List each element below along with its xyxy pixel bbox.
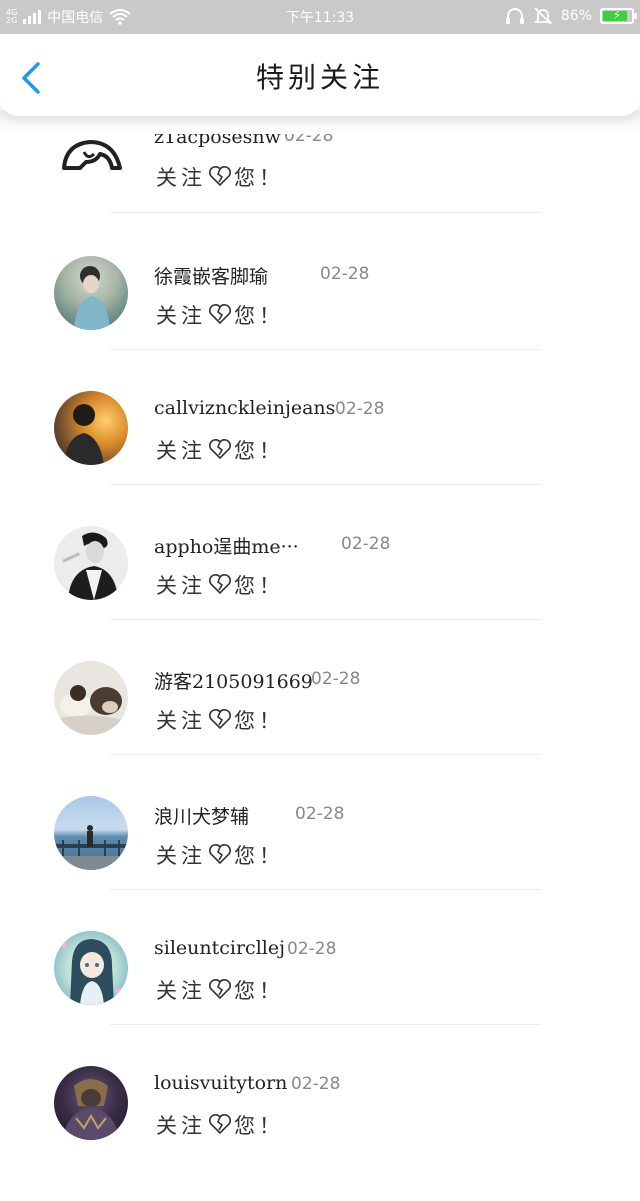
broken-heart-icon bbox=[209, 979, 231, 1000]
list-item[interactable]: callviznckleinjeans 02-28 关注 您！ bbox=[0, 391, 640, 526]
message-text: 您！ bbox=[234, 709, 284, 733]
broken-heart-icon bbox=[209, 709, 231, 730]
broken-heart-icon bbox=[209, 166, 231, 187]
user-name[interactable]: 游客2105091669 bbox=[154, 667, 313, 694]
follow-date: 02-28 bbox=[291, 1074, 341, 1094]
divider bbox=[110, 1024, 540, 1025]
follow-date: 02-28 bbox=[295, 804, 345, 824]
avatar[interactable] bbox=[54, 661, 128, 735]
photo-dog-girl-icon bbox=[54, 685, 128, 735]
divider bbox=[110, 889, 540, 890]
avatar[interactable] bbox=[54, 256, 128, 330]
list-item[interactable]: z1acposesnw 02-28 关注 您！ bbox=[0, 120, 640, 255]
follow-date: 02-28 bbox=[311, 669, 361, 689]
list-item[interactable]: 徐霞嵌客脚瑜 02-28 关注 您！ bbox=[0, 256, 640, 391]
photo-girl-icon bbox=[74, 266, 110, 330]
divider bbox=[110, 212, 540, 213]
follow-date: 02-28 bbox=[320, 264, 370, 284]
anime-girl-icon bbox=[61, 939, 121, 1005]
follow-message: 关注 您！ bbox=[156, 300, 284, 330]
message-text: 关注 bbox=[156, 709, 206, 733]
follow-message: 关注 您！ bbox=[156, 975, 284, 1005]
list-item[interactable]: 游客2105091669 02-28 关注 您！ bbox=[0, 661, 640, 796]
follow-message: 关注 您！ bbox=[156, 435, 284, 465]
divider bbox=[110, 754, 540, 755]
broken-heart-icon bbox=[209, 304, 231, 325]
app-header: 特别关注 bbox=[0, 34, 640, 116]
page-title: 特别关注 bbox=[255, 61, 384, 94]
follow-message: 关注 您！ bbox=[156, 1110, 284, 1140]
message-text: 关注 bbox=[156, 166, 206, 190]
follow-message: 关注 您！ bbox=[156, 162, 284, 192]
message-text: 您！ bbox=[234, 574, 284, 598]
message-text: 您！ bbox=[234, 439, 284, 463]
user-name[interactable]: 徐霞嵌客脚瑜 bbox=[154, 262, 268, 289]
divider bbox=[110, 619, 540, 620]
follow-date: 02-28 bbox=[335, 399, 385, 419]
message-text: 您！ bbox=[234, 304, 284, 328]
user-name[interactable]: louisvuitytorn bbox=[154, 1072, 287, 1094]
avatar[interactable] bbox=[54, 1066, 128, 1140]
dark-warrior-icon bbox=[62, 1079, 120, 1140]
follow-message: 关注 您！ bbox=[156, 570, 284, 600]
list-item[interactable]: sileuntcircllej 02-28 关注 您！ bbox=[0, 931, 640, 1066]
follow-date: 02-28 bbox=[287, 939, 337, 959]
message-text: 您！ bbox=[234, 844, 284, 868]
broken-heart-icon bbox=[209, 574, 231, 595]
follow-date: 02-28 bbox=[341, 534, 391, 554]
user-name[interactable]: 浪川犬梦辅 bbox=[154, 802, 249, 829]
user-name[interactable]: sileuntcircllej bbox=[154, 937, 285, 959]
broken-heart-icon bbox=[209, 439, 231, 460]
photo-seaside-icon bbox=[54, 825, 128, 870]
broken-heart-icon bbox=[209, 1114, 231, 1135]
message-text: 关注 bbox=[156, 304, 206, 328]
message-text: 关注 bbox=[156, 979, 206, 1003]
divider bbox=[110, 349, 540, 350]
avatar[interactable] bbox=[54, 931, 128, 1005]
follower-list: z1acposesnw 02-28 关注 您！ 徐霞嵌客脚瑜 02-28 关注 您！ bbox=[0, 0, 640, 1140]
message-text: 关注 bbox=[156, 439, 206, 463]
follow-message: 关注 您！ bbox=[156, 705, 284, 735]
message-text: 关注 bbox=[156, 574, 206, 598]
list-item[interactable]: louisvuitytorn 02-28 关注 您！ bbox=[0, 1066, 640, 1201]
photo-bw-man-icon bbox=[62, 532, 118, 600]
message-text: 您！ bbox=[234, 1114, 284, 1138]
message-text: 您！ bbox=[234, 979, 284, 1003]
list-item[interactable]: 浪川犬梦辅 02-28 关注 您！ bbox=[0, 796, 640, 931]
message-text: 关注 bbox=[156, 844, 206, 868]
user-name[interactable]: callviznckleinjeans bbox=[154, 397, 335, 419]
broken-heart-icon bbox=[209, 844, 231, 865]
list-item[interactable]: appho逞曲me··· 02-28 关注 您！ bbox=[0, 526, 640, 661]
avatar[interactable] bbox=[54, 391, 128, 465]
message-text: 关注 bbox=[156, 1114, 206, 1138]
follow-message: 关注 您！ bbox=[156, 840, 284, 870]
message-text: 您！ bbox=[234, 166, 284, 190]
avatar[interactable] bbox=[54, 796, 128, 870]
avatar[interactable] bbox=[54, 526, 128, 600]
photo-sunset-boy-icon bbox=[64, 404, 104, 465]
user-name[interactable]: appho逞曲me··· bbox=[154, 532, 299, 559]
divider bbox=[110, 484, 540, 485]
